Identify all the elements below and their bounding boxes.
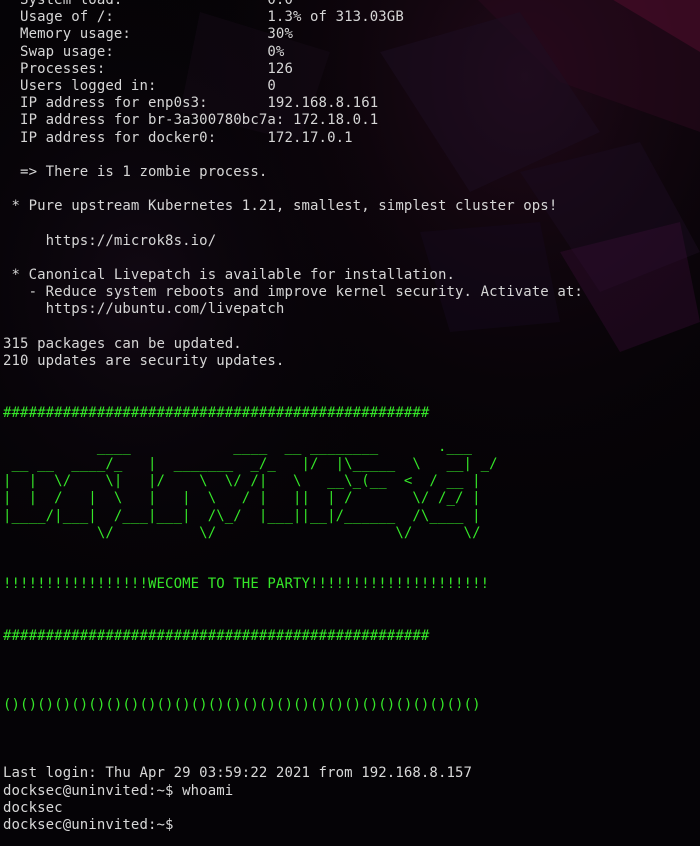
ascii-art-line: __ __ ____/_ | _______ _/_ |/ |\_____ \ … [3,456,498,473]
shell-prompt: docksec@uninvited:~$ [3,782,174,799]
ascii-art-line: |____/|___| /___|___| /\_/ |___||__|/___… [3,507,490,524]
sysinfo-ip-br: IP address for br-3a300780bc7a: 172.18.0… [3,112,379,129]
parens-banner: ()()()()()()()()()()()()()()()()()()()()… [3,696,481,713]
terminal-output: System load: 0.0 Usage of /: 1.3% of 313… [0,0,700,834]
welcome-banner: !!!!!!!!!!!!!!!!!WECOME TO THE PARTY!!!!… [3,576,490,593]
livepatch-notice: * Canonical Livepatch is available for i… [3,267,456,283]
zombie-notice: => There is 1 zombie process. [3,163,268,180]
last-login-line: Last login: Thu Apr 29 03:59:22 2021 fro… [3,765,473,782]
text-cursor [174,817,182,831]
security-update-count: 210 updates are security updates. [3,352,285,369]
command-output: docksec [3,799,63,816]
ascii-art-line: | | \/ \| |/ \ \/ /| \ __\_(__ < / __ | [3,473,490,490]
sysinfo-ip-docker0: IP address for docker0: 172.17.0.1 [3,129,353,146]
livepatch-detail: - Reduce system reboots and improve kern… [3,284,583,301]
banner-hash-line: ########################################… [3,404,430,421]
sysinfo-memory: Memory usage: 30% [3,26,293,43]
sysinfo-users: Users logged in: 0 [3,77,276,94]
banner-hash-line: ########################################… [3,627,430,644]
ascii-art-line: | | / | \ | | \ / | || | / \/ /_/ | [3,490,490,507]
active-command-line[interactable]: docksec@uninvited:~$ [3,817,700,834]
ascii-art-line: \/ \/ \/ \/ [3,524,490,541]
ascii-art-line: ____ ____ __ ________ .___ [3,438,473,455]
sysinfo-system-load: System load: 0.0 [3,0,293,8]
command-line-whoami: docksec@uninvited:~$ whoami [3,783,700,800]
sysinfo-swap: Swap usage: 0% [3,43,285,60]
livepatch-link: https://ubuntu.com/livepatch [3,301,285,318]
sysinfo-processes: Processes: 126 [3,60,293,77]
packages-update-count: 315 packages can be updated. [3,335,242,352]
shell-prompt: docksec@uninvited:~$ [3,817,174,833]
kubernetes-notice: * Pure upstream Kubernetes 1.21, smalles… [3,198,558,215]
sysinfo-disk-usage: Usage of /: 1.3% of 313.03GB [3,9,404,26]
sysinfo-ip-enp0s3: IP address for enp0s3: 192.168.8.161 [3,95,379,112]
microk8s-link: https://microk8s.io/ [3,232,217,249]
command-text: whoami [173,782,234,799]
